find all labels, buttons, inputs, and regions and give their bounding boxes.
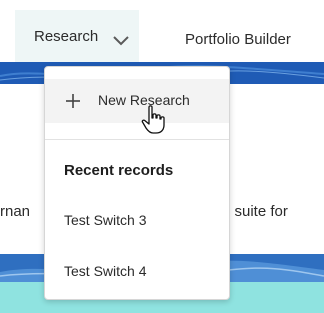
nav-tab-research[interactable]: Research (15, 10, 139, 62)
top-navigation: Research Portfolio Builder (0, 0, 324, 62)
hand-pointer-cursor-icon (141, 105, 165, 134)
recent-records-heading: Recent records (64, 162, 174, 179)
new-research-menu-item[interactable]: New Research (45, 79, 229, 134)
plus-icon (66, 94, 80, 108)
nav-tab-portfolio-builder[interactable]: Portfolio Builder (185, 31, 291, 48)
recent-record-item[interactable]: Test Switch 4 (64, 263, 146, 279)
nav-tab-research-label: Research (34, 27, 99, 45)
body-text-fragment: e suite for (222, 203, 288, 220)
research-dropdown-menu: New Research Recent records Test Switch … (44, 66, 230, 300)
body-text-fragment: rnan (0, 203, 31, 220)
menu-divider (45, 139, 229, 140)
recent-record-item[interactable]: Test Switch 3 (64, 212, 146, 228)
chevron-down-icon[interactable] (111, 33, 131, 47)
